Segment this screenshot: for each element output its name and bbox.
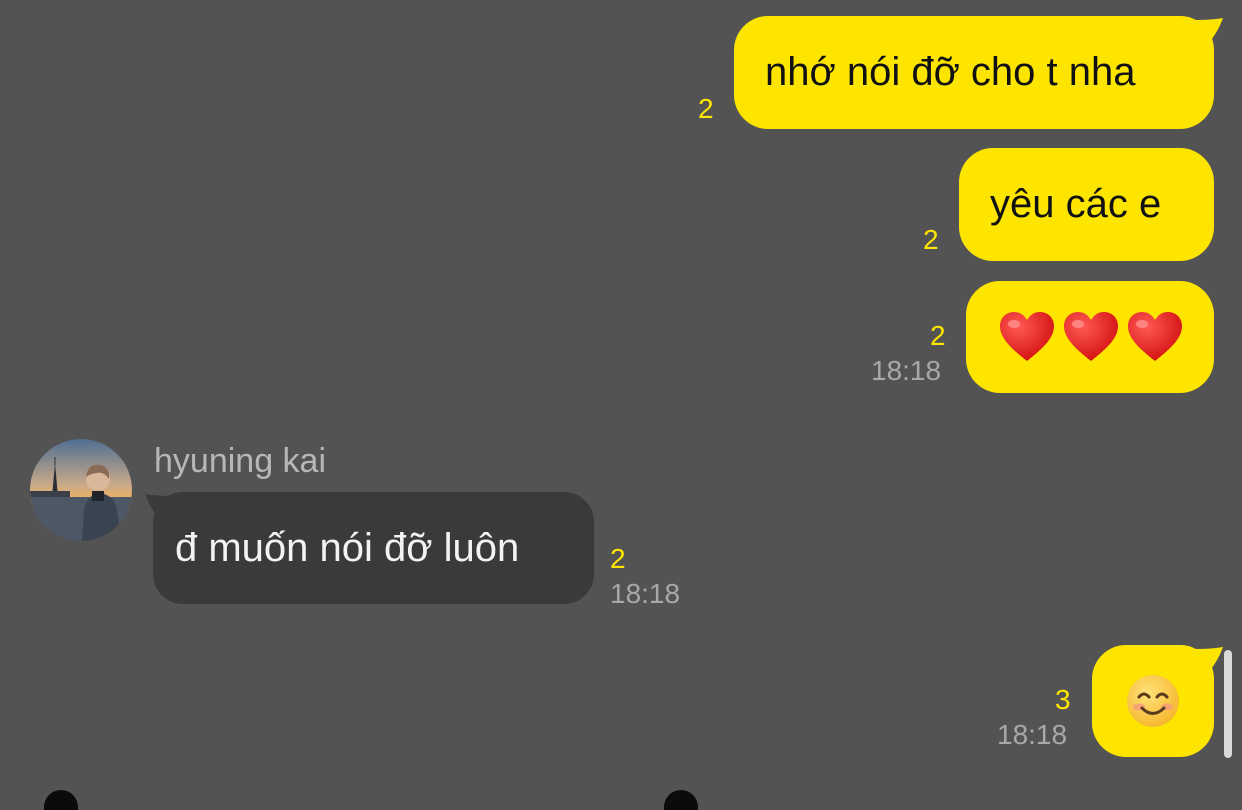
emoji-content xyxy=(999,311,1183,363)
message-timestamp: 18:18 xyxy=(610,578,681,609)
bottom-avatar-edge xyxy=(664,790,698,810)
message-bubble-received[interactable]: đ muốn nói đỡ luôn xyxy=(153,492,594,604)
message-bubble-sent[interactable]: yêu các e xyxy=(959,148,1214,261)
unread-count: 2 xyxy=(610,543,626,574)
message-bubble-sent[interactable] xyxy=(966,281,1214,393)
message-timestamp: 18:18 xyxy=(997,719,1068,750)
unread-count: 2 xyxy=(930,320,946,351)
bubble-tail xyxy=(1196,647,1223,673)
heart-icon xyxy=(1064,312,1118,361)
scrollbar-thumb[interactable] xyxy=(1224,650,1232,758)
heart-icon xyxy=(1000,312,1054,361)
profile-photo xyxy=(30,439,132,541)
unread-count: 3 xyxy=(1055,684,1071,715)
message-text: đ muốn nói đỡ luôn xyxy=(175,525,520,570)
bubble-tail xyxy=(1196,18,1223,44)
message-timestamp: 18:18 xyxy=(871,355,942,386)
message-text: yêu các e xyxy=(990,182,1162,226)
message-bubble-sent[interactable]: nhớ nói đỡ cho t nha xyxy=(734,16,1214,129)
unread-count: 2 xyxy=(923,224,939,255)
smiling-face-icon xyxy=(1127,675,1179,727)
message-text: nhớ nói đỡ cho t nha xyxy=(765,50,1136,94)
heart-icon xyxy=(1128,312,1182,361)
unread-count: 2 xyxy=(698,93,714,124)
sender-name: hyuning kai xyxy=(154,442,327,480)
avatar[interactable] xyxy=(30,439,132,541)
bottom-avatar-edge xyxy=(44,790,78,810)
